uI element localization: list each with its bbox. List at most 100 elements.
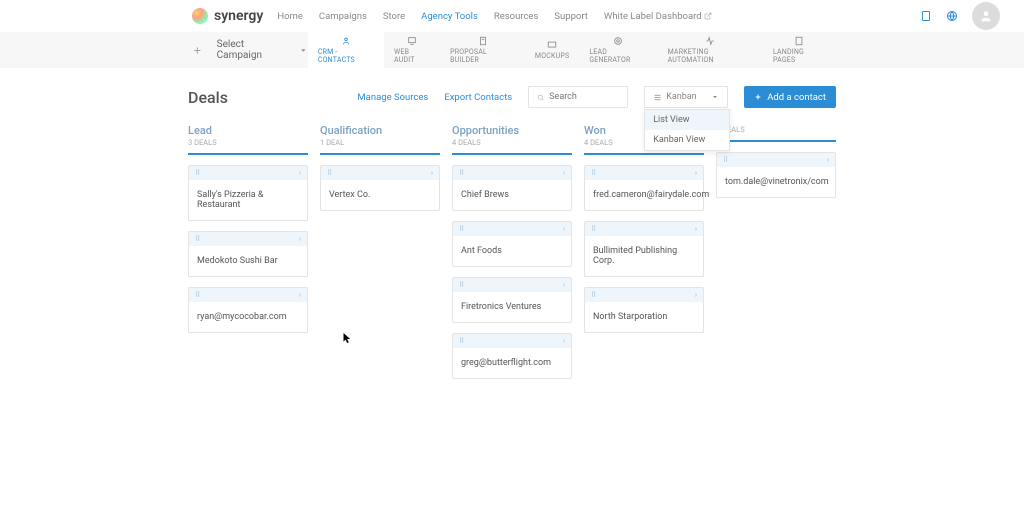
view-label: Kanban: [666, 92, 696, 102]
deal-card[interactable]: ⠿›North Starporation: [584, 287, 704, 333]
tablet-icon[interactable]: [920, 10, 932, 22]
avatar[interactable]: [972, 2, 1000, 30]
column-bar: [320, 153, 440, 155]
proposal-icon: [478, 36, 488, 46]
nav-store[interactable]: Store: [383, 11, 405, 22]
deal-card[interactable]: ⠿ › Firetronics Ventures: [452, 277, 572, 323]
card-title: ryan@mycocobar.com: [189, 302, 307, 332]
card-title: Firetronics Ventures: [453, 292, 571, 322]
chevron-right-icon[interactable]: ›: [563, 281, 565, 289]
chevron-right-icon[interactable]: ›: [299, 169, 301, 177]
tool-proposal[interactable]: PROPOSAL BUILDER: [440, 32, 525, 68]
deal-card[interactable]: ⠿›Ant Foods: [452, 221, 572, 267]
drag-icon[interactable]: ⠿: [591, 169, 596, 177]
drag-icon[interactable]: ⠿: [459, 337, 464, 345]
column-count: 1 DEALS: [716, 125, 836, 134]
column-title: Lead: [188, 124, 308, 137]
chevron-right-icon[interactable]: ›: [431, 169, 433, 177]
globe-icon[interactable]: [946, 10, 958, 22]
column-bar: [584, 153, 704, 155]
column-count: 4 DEALS: [452, 138, 572, 147]
view-dropdown[interactable]: Kanban List View Kanban View: [644, 86, 728, 108]
view-option-kanban[interactable]: Kanban View: [645, 130, 729, 150]
tool-landing-label: LANDING PAGES: [773, 48, 826, 64]
search-box[interactable]: [528, 86, 628, 108]
search-input[interactable]: [549, 92, 619, 102]
deal-card[interactable]: ⠿ › Vertex Co.: [320, 165, 440, 211]
deal-card[interactable]: ⠿›greg@butterflight.com: [452, 333, 572, 379]
column-bar: [452, 153, 572, 155]
drag-icon[interactable]: ⠿: [591, 291, 596, 299]
nav-home[interactable]: Home: [277, 11, 303, 22]
view-dropdown-menu: List View Kanban View: [644, 109, 730, 151]
deal-card[interactable]: ⠿ › Chief Brews: [452, 165, 572, 211]
export-contacts-link[interactable]: Export Contacts: [444, 92, 512, 103]
tool-crm[interactable]: CRM - CONTACTS: [308, 32, 384, 68]
tool-leadgen[interactable]: LEAD GENERATOR: [579, 32, 657, 68]
view-option-list[interactable]: List View: [645, 110, 729, 130]
column-lead: Lead 3 DEALS ⠿ › Sally's Pizzeria & Restau…: [188, 124, 308, 389]
search-icon: [537, 93, 544, 102]
manage-sources-link[interactable]: Manage Sources: [357, 92, 428, 103]
nav-resources[interactable]: Resources: [494, 11, 539, 22]
chevron-right-icon[interactable]: ›: [827, 156, 829, 164]
deal-card[interactable]: ⠿ › ryan@mycocobar.com: [188, 287, 308, 333]
chevron-down-icon: [711, 93, 719, 101]
mouse-cursor-icon: [343, 333, 352, 345]
column-title: Qualification: [320, 124, 440, 137]
deal-card[interactable]: ⠿›fred.cameron@fairydale.com: [584, 165, 704, 211]
chevron-right-icon[interactable]: ›: [695, 291, 697, 299]
column-bar: [716, 140, 836, 142]
drag-icon[interactable]: ⠿: [195, 235, 200, 243]
page-title: Deals: [188, 88, 228, 107]
drag-icon[interactable]: ⠿: [459, 225, 464, 233]
nav-support[interactable]: Support: [554, 11, 588, 22]
tool-automation-label: MARKETING AUTOMATION: [668, 48, 753, 64]
column-count: 3 DEALS: [188, 138, 308, 147]
card-title: Sally's Pizzeria & Restaurant: [189, 180, 307, 220]
add-contact-label: Add a contact: [767, 92, 826, 103]
drag-icon[interactable]: ⠿: [591, 225, 596, 233]
plus-icon[interactable]: [192, 45, 203, 56]
tool-web-audit[interactable]: WEB AUDIT: [384, 32, 440, 68]
tool-automation[interactable]: MARKETING AUTOMATION: [658, 32, 763, 68]
chevron-right-icon[interactable]: ›: [695, 225, 697, 233]
drag-icon[interactable]: ⠿: [459, 169, 464, 177]
nav-campaigns[interactable]: Campaigns: [319, 11, 367, 22]
deal-card[interactable]: ⠿ › Medokoto Sushi Bar: [188, 231, 308, 277]
drag-icon[interactable]: ⠿: [459, 281, 464, 289]
drag-icon[interactable]: ⠿: [723, 156, 728, 164]
add-contact-button[interactable]: Add a contact: [744, 86, 836, 108]
nav-agency-tools[interactable]: Agency Tools: [421, 11, 478, 22]
column-opportunities: Opportunities 4 DEALS ⠿›Chief Brews ⠿›An…: [452, 124, 572, 389]
landing-icon: [794, 36, 804, 46]
tool-tabs: CRM - CONTACTS WEB AUDIT PROPOSAL BUILDE…: [308, 32, 836, 68]
tool-leadgen-label: LEAD GENERATOR: [589, 48, 647, 64]
chevron-right-icon[interactable]: ›: [695, 169, 697, 177]
tool-crm-label: CRM - CONTACTS: [318, 48, 374, 64]
select-campaign-label: Select Campaign: [217, 39, 290, 61]
leadgen-icon: [613, 36, 623, 46]
chevron-right-icon[interactable]: ›: [299, 235, 301, 243]
nav-white-label[interactable]: White Label Dashboard: [604, 11, 712, 22]
main-nav: Home Campaigns Store Agency Tools Resour…: [277, 11, 711, 22]
chevron-right-icon[interactable]: ›: [563, 225, 565, 233]
drag-icon[interactable]: ⠿: [195, 169, 200, 177]
chevron-right-icon[interactable]: ›: [563, 337, 565, 345]
user-icon: [979, 9, 993, 23]
tool-mockups-label: MOCKUPS: [535, 52, 569, 60]
card-title: Vertex Co.: [321, 180, 439, 210]
tool-landing[interactable]: LANDING PAGES: [763, 32, 836, 68]
logo: synergy: [192, 8, 263, 24]
deal-card[interactable]: ⠿ › Sally's Pizzeria & Restaurant: [188, 165, 308, 221]
chevron-right-icon[interactable]: ›: [299, 291, 301, 299]
card-title: Medokoto Sushi Bar: [189, 246, 307, 276]
deal-card[interactable]: ⠿›Bullimited Publishing Corp.: [584, 221, 704, 277]
chevron-right-icon[interactable]: ›: [563, 169, 565, 177]
card-title: Chief Brews: [453, 180, 571, 210]
select-campaign-dropdown[interactable]: Select Campaign: [217, 39, 308, 61]
drag-icon[interactable]: ⠿: [195, 291, 200, 299]
deal-card[interactable]: ⠿›tom.dale@vinetronix/com: [716, 152, 836, 198]
tool-mockups[interactable]: MOCKUPS: [525, 32, 579, 68]
drag-icon[interactable]: ⠿: [327, 169, 332, 177]
